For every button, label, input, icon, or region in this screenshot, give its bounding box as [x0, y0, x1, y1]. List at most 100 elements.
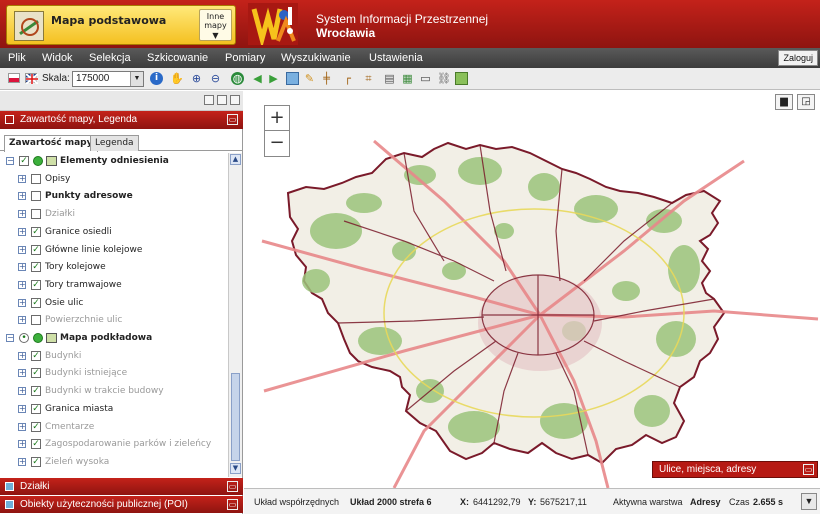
measure-line-icon[interactable]: ╪ — [320, 72, 333, 85]
info-icon[interactable]: i — [150, 72, 163, 85]
measure-angle-icon[interactable]: ┌ — [341, 72, 354, 85]
address-search-panel[interactable]: Ulice, miejsca, adresy ▭ — [652, 461, 818, 478]
layer-row[interactable]: + ✓ Zieleń wysoka — [0, 454, 228, 471]
panel-minimize-icon[interactable] — [217, 95, 227, 105]
map-icon[interactable] — [286, 72, 299, 85]
expand-icon[interactable]: + — [18, 422, 26, 431]
pencil-icon[interactable]: ✎ — [303, 72, 316, 85]
layer-row[interactable]: + Opisy — [0, 171, 228, 188]
menu-szkicowanie[interactable]: Szkicowanie — [147, 52, 208, 64]
map-view[interactable]: + − ▆ ◲ Ulice, miejsca, adresy ▭ — [244, 91, 820, 488]
panel-expand-icon[interactable]: ▭ — [227, 481, 238, 492]
layers-icon[interactable]: ▤ — [383, 72, 396, 85]
expand-icon[interactable]: + — [18, 174, 26, 183]
layer-checkbox[interactable]: ✓ — [31, 226, 41, 237]
layer-radio[interactable]: • — [19, 333, 29, 343]
layer-checkbox[interactable]: ✓ — [31, 439, 41, 450]
scroll-down-icon[interactable]: ▼ — [230, 463, 241, 474]
layer-row[interactable]: + ✓ Tory kolejowe — [0, 259, 228, 276]
scrollbar-thumb[interactable] — [231, 373, 240, 461]
menu-plik[interactable]: Plik — [8, 52, 26, 64]
expand-icon[interactable]: + — [18, 227, 26, 236]
collapse-icon[interactable]: − — [6, 157, 14, 165]
zoom-out-button[interactable]: − — [265, 131, 289, 156]
expand-icon[interactable]: + — [18, 280, 26, 289]
expand-icon[interactable]: + — [18, 298, 26, 307]
english-flag-icon[interactable] — [25, 73, 39, 85]
expand-icon[interactable]: + — [18, 440, 26, 449]
menu-ustawienia[interactable]: Ustawienia — [369, 52, 423, 64]
layer-row[interactable]: + ✓ Budynki w trakcie budowy — [0, 383, 228, 400]
layer-checkbox[interactable] — [31, 209, 41, 220]
layer-checkbox[interactable]: ✓ — [31, 244, 41, 255]
layer-checkbox[interactable]: ✓ — [31, 279, 41, 290]
other-maps-button[interactable]: Inne mapy ▼ — [199, 9, 232, 41]
tab-map-contents[interactable]: Zawartość mapy — [4, 135, 98, 152]
layer-row[interactable]: + ✓ Zagospodarowanie parków i zieleńcy — [0, 436, 228, 453]
expand-icon[interactable]: + — [18, 192, 26, 201]
layer-checkbox[interactable]: ✓ — [31, 350, 41, 361]
layer-checkbox[interactable] — [31, 315, 41, 326]
layer-tree-scrollbar[interactable]: ▲ ▼ — [228, 153, 242, 477]
panel-maximize-icon[interactable] — [230, 95, 240, 105]
layer-row[interactable]: + ✓ Granica miasta — [0, 401, 228, 418]
comment-icon[interactable]: ▆ — [775, 94, 793, 110]
layer-row[interactable]: + Powierzchnie ulic — [0, 312, 228, 329]
menu-wyszukiwanie[interactable]: Wyszukiwanie — [281, 52, 351, 64]
menu-pomiary[interactable]: Pomiary — [225, 52, 265, 64]
pan-hand-icon[interactable]: ✋ — [170, 72, 184, 85]
expand-icon[interactable]: + — [18, 457, 26, 466]
expand-icon[interactable]: + — [18, 316, 26, 325]
panel-expand-icon[interactable]: ▭ — [227, 499, 238, 510]
forward-arrow-icon[interactable]: ▶ — [267, 72, 280, 85]
tab-legend[interactable]: Legenda — [90, 135, 139, 151]
expand-icon[interactable]: + — [18, 263, 26, 272]
collapse-icon[interactable]: − — [6, 334, 14, 342]
globe-icon[interactable]: ◍ — [231, 72, 244, 85]
menu-widok[interactable]: Widok — [42, 52, 73, 64]
link-icon[interactable]: ⛓ — [437, 72, 451, 85]
zoom-in-icon[interactable]: ⊕ — [190, 72, 203, 85]
panel-expand-icon[interactable]: ▭ — [803, 464, 814, 475]
expand-icon[interactable]: + — [18, 387, 26, 396]
expand-icon[interactable]: + — [18, 210, 26, 219]
crop-icon[interactable]: ⌗ — [362, 72, 375, 85]
layer-checkbox[interactable] — [31, 173, 41, 184]
layer-row[interactable]: + ✓ Tory tramwajowe — [0, 277, 228, 294]
layer-row[interactable]: − • Mapa podkładowa — [0, 330, 228, 347]
layer-row[interactable]: + ✓ Budynki — [0, 348, 228, 365]
zoom-in-button[interactable]: + — [265, 106, 289, 131]
layer-row[interactable]: + ✓ Osie ulic — [0, 295, 228, 312]
chevron-down-icon[interactable]: ▼ — [801, 493, 817, 510]
layer-checkbox[interactable]: ✓ — [31, 421, 41, 432]
expand-icon[interactable]: + — [18, 245, 26, 254]
back-arrow-icon[interactable]: ◀ — [251, 72, 264, 85]
login-button[interactable]: Zaloguj — [778, 50, 818, 66]
layer-checkbox[interactable]: ✓ — [31, 386, 41, 397]
zoom-out-icon[interactable]: ⊖ — [209, 72, 222, 85]
parcels-panel-header[interactable]: Działki ▭ — [0, 478, 243, 495]
layer-row[interactable]: + ✓ Granice osiedli — [0, 224, 228, 241]
poi-panel-header[interactable]: Obiekty użyteczności publicznej (POI) ▭ — [0, 496, 243, 513]
expand-icon[interactable]: + — [18, 369, 26, 378]
city-map[interactable] — [244, 91, 820, 488]
menu-selekcja[interactable]: Selekcja — [89, 52, 131, 64]
layer-row[interactable]: + ✓ Cmentarze — [0, 419, 228, 436]
expand-icon[interactable]: + — [18, 351, 26, 360]
scale-select[interactable]: 175000 ▼ — [72, 71, 144, 87]
layer-checkbox[interactable]: ✓ — [31, 297, 41, 308]
basemap-selector[interactable]: Mapa podstawowa Inne mapy ▼ — [6, 5, 236, 45]
expand-icon[interactable]: + — [18, 404, 26, 413]
layer-row[interactable]: + ✓ Główne linie kolejowe — [0, 242, 228, 259]
export-icon[interactable] — [455, 72, 468, 85]
map-contents-header[interactable]: Zawartość mapy, Legenda ▭ — [0, 111, 243, 129]
layer-checkbox[interactable]: ✓ — [31, 262, 41, 273]
layer-checkbox[interactable]: ✓ — [31, 456, 41, 467]
scroll-up-icon[interactable]: ▲ — [230, 154, 241, 165]
layer-checkbox[interactable]: ✓ — [31, 368, 41, 379]
layer-checkbox[interactable]: ✓ — [19, 156, 29, 166]
panel-collapse-icon[interactable]: ▭ — [227, 114, 238, 125]
layer-row[interactable]: − ✓ Elementy odniesienia — [0, 153, 228, 170]
layer-row[interactable]: + ✓ Budynki istniejące — [0, 365, 228, 382]
layer-row[interactable]: + Działki — [0, 206, 228, 223]
